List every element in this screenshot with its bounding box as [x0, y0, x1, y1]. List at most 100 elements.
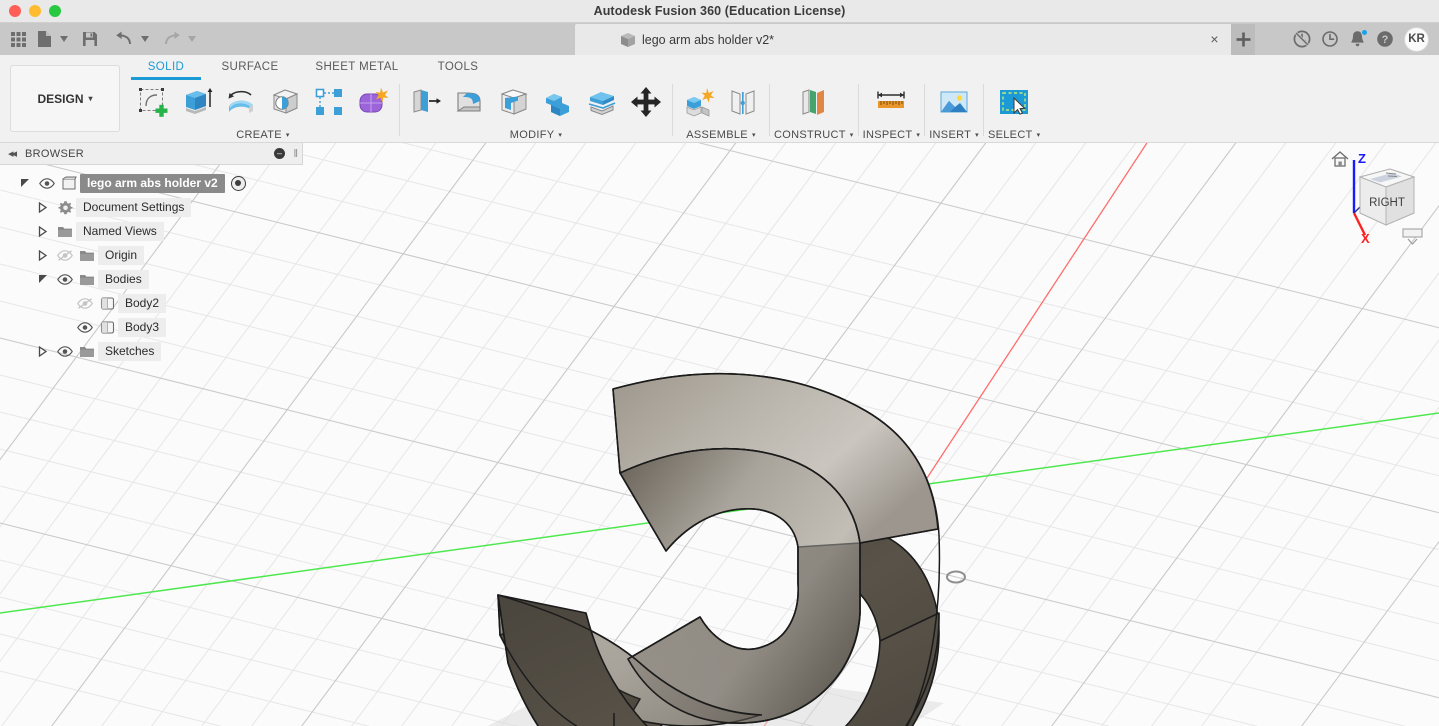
minimize-panel-icon[interactable]: – [274, 148, 285, 159]
app-grid-button[interactable] [6, 26, 30, 52]
tree-item-root[interactable]: lego arm abs holder v2 [0, 171, 303, 195]
undo-button[interactable] [112, 26, 137, 52]
tab-solid[interactable]: SOLID [131, 55, 201, 80]
shell-tool[interactable] [492, 79, 536, 125]
tab-sheet-metal[interactable]: SHEET METAL [299, 55, 415, 77]
tree-item-document-settings[interactable]: Document Settings [0, 195, 303, 219]
home-icon[interactable] [1331, 151, 1349, 167]
collapse-panel-icon[interactable]: ◂◂ [8, 147, 17, 160]
tree-item-named-views[interactable]: Named Views [0, 219, 303, 243]
extrude-tool[interactable] [175, 79, 219, 125]
visibility-off-icon[interactable] [74, 297, 96, 309]
panel-create-title[interactable]: CREATE ▾ [131, 126, 395, 143]
move-copy-tool[interactable] [624, 79, 668, 125]
activate-component-button[interactable] [230, 175, 246, 191]
chevron-down-icon: ▾ [285, 131, 290, 139]
twisty-closed-icon[interactable] [32, 345, 54, 357]
redo-caret[interactable] [186, 36, 198, 42]
press-pull-tool[interactable] [404, 79, 448, 125]
create-sketch-tool[interactable] [131, 79, 175, 125]
twisty-closed-icon[interactable] [32, 201, 54, 213]
twisty-open-icon[interactable] [14, 178, 36, 189]
visibility-icon[interactable] [36, 177, 58, 189]
twisty-closed-icon[interactable] [32, 225, 54, 237]
panel-construct-title[interactable]: CONSTRUCT ▾ [774, 126, 854, 143]
fusion360-window: Autodesk Fusion 360 (Education License) [0, 0, 1439, 726]
design-workspace-button[interactable]: DESIGN ▾ [10, 65, 120, 132]
tree-item-bodies[interactable]: Bodies [0, 267, 303, 291]
tab-tools[interactable]: TOOLS [415, 55, 501, 77]
component-icon [58, 176, 80, 191]
view-cube-body[interactable]: RIGHT [1358, 168, 1416, 226]
new-file-button[interactable] [32, 26, 56, 52]
notifications-icon[interactable] [1349, 29, 1368, 48]
panel-modify-title[interactable]: MODIFY ▾ [404, 126, 668, 143]
pattern-tool[interactable] [307, 79, 351, 125]
viewport-canvas[interactable]: ◂◂ BROWSER – ‖ lego arm abs holder v2 Do… [0, 143, 1439, 726]
panel-inspect-title[interactable]: INSPECT ▾ [863, 126, 921, 143]
tree-item-named-views-label[interactable]: Named Views [76, 221, 164, 241]
resize-grip-icon[interactable]: ‖ [293, 148, 298, 160]
panel-select-label: SELECT [987, 128, 1033, 141]
tree-item-root-label[interactable]: lego arm abs holder v2 [80, 173, 225, 193]
tab-strip: lego arm abs holder v2* × ? KR [0, 23, 1439, 55]
job-status-icon[interactable] [1293, 30, 1311, 48]
recent-icon[interactable] [1321, 30, 1339, 48]
fillet-tool[interactable] [448, 79, 492, 125]
new-tab-button[interactable] [1231, 24, 1255, 55]
save-button[interactable] [78, 26, 102, 52]
view-cube[interactable]: Z X RIGHT [1318, 143, 1433, 258]
form-sparkle-icon [359, 87, 389, 112]
revolve-tool[interactable] [219, 79, 263, 125]
split-body-tool[interactable] [580, 79, 624, 125]
undo-caret[interactable] [139, 36, 151, 42]
twisty-open-icon[interactable] [32, 274, 54, 285]
close-icon[interactable]: × [1207, 32, 1222, 47]
panel-insert-title[interactable]: INSERT ▾ [929, 126, 979, 143]
browser-tree: lego arm abs holder v2 Document Settings… [0, 165, 303, 363]
help-icon[interactable]: ? [1376, 30, 1394, 48]
tree-item-document-settings-label[interactable]: Document Settings [76, 197, 192, 217]
avatar[interactable]: KR [1404, 26, 1429, 52]
redo-button[interactable] [159, 26, 184, 52]
combine-icon [546, 93, 569, 116]
chevron-down-icon: ▾ [88, 94, 93, 103]
measure-tool[interactable] [869, 79, 913, 125]
folder-icon [54, 225, 76, 238]
sketch-plus-icon [139, 87, 168, 117]
visibility-icon[interactable] [54, 273, 76, 285]
tree-item-origin[interactable]: Origin [0, 243, 303, 267]
tree-item-body2-label[interactable]: Body2 [118, 293, 167, 313]
view-cube-menu-arrow[interactable] [1402, 228, 1423, 245]
panel-assemble-title[interactable]: ASSEMBLE ▾ [677, 126, 765, 143]
tab-surface[interactable]: SURFACE [201, 55, 299, 77]
insert-image-tool[interactable] [932, 79, 976, 125]
select-tool[interactable] [992, 79, 1036, 125]
tree-item-sketches[interactable]: Sketches [0, 339, 303, 363]
new-component-tool[interactable] [677, 79, 721, 125]
tree-item-body3-label[interactable]: Body3 [118, 317, 167, 337]
visibility-off-icon[interactable] [54, 249, 76, 261]
tree-item-bodies-label[interactable]: Bodies [98, 269, 149, 289]
joint-icon [731, 89, 755, 115]
tree-item-sketches-label[interactable]: Sketches [98, 341, 162, 361]
twisty-closed-icon[interactable] [32, 249, 54, 261]
sphere-cut-icon [272, 88, 299, 114]
tab-solid-label: SOLID [147, 61, 185, 73]
visibility-icon[interactable] [54, 345, 76, 357]
panel-select-title[interactable]: SELECT ▾ [988, 126, 1040, 143]
sweep-tool[interactable] [263, 79, 307, 125]
offset-plane-tool[interactable] [792, 79, 836, 125]
new-file-caret[interactable] [58, 36, 70, 42]
view-cube-face-label: RIGHT [1369, 197, 1405, 209]
visibility-icon[interactable] [74, 321, 96, 333]
create-form-tool[interactable] [351, 79, 395, 125]
combine-tool[interactable] [536, 79, 580, 125]
panel-divider [982, 84, 984, 136]
ribbon-tabs: SOLID SURFACE SHEET METAL TOOLS [131, 55, 501, 80]
tree-item-origin-label[interactable]: Origin [98, 245, 145, 265]
joint-tool[interactable] [721, 79, 765, 125]
tree-item-body2[interactable]: Body2 [0, 291, 303, 315]
document-tab[interactable]: lego arm abs holder v2* × [575, 24, 1235, 55]
tree-item-body3[interactable]: Body3 [0, 315, 303, 339]
